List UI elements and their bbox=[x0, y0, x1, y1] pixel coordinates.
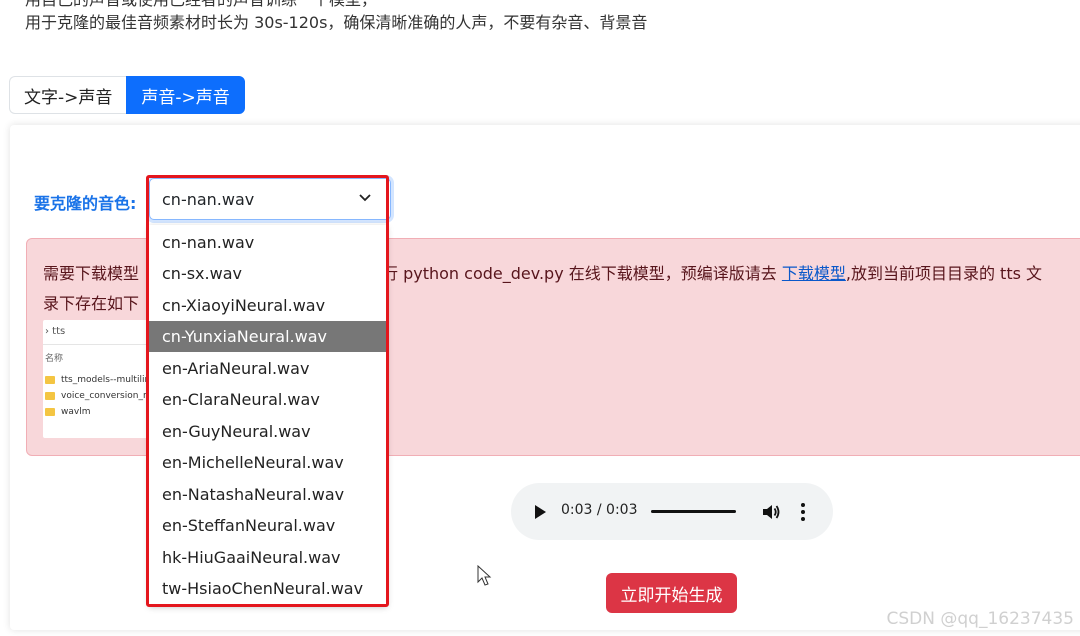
tab-voice-to-voice[interactable]: 声音->声音 bbox=[126, 76, 245, 114]
mouse-cursor-icon bbox=[477, 565, 492, 586]
voice-option[interactable]: en-AriaNeural.wav bbox=[149, 353, 387, 384]
alert-text-start: 需要下载模型 bbox=[43, 264, 140, 283]
folder-icon bbox=[45, 376, 55, 384]
folder-row: wavlm bbox=[45, 407, 90, 417]
voice-option[interactable]: cn-nan.wav bbox=[149, 227, 387, 258]
download-model-link[interactable]: 下载模型 bbox=[782, 264, 846, 283]
chevron-down-icon bbox=[359, 194, 371, 202]
volume-icon[interactable] bbox=[762, 503, 780, 521]
voice-option[interactable]: en-GuyNeural.wav bbox=[149, 416, 387, 447]
voice-option[interactable]: cn-sx.wav bbox=[149, 258, 387, 289]
audio-player[interactable]: 0:03 / 0:03 bbox=[511, 483, 833, 540]
audio-time: 0:03 / 0:03 bbox=[561, 502, 638, 518]
folder-icon bbox=[45, 392, 55, 400]
voice-option[interactable]: hk-HiuGaaiNeural.wav bbox=[149, 542, 387, 573]
folder-screenshot: › tts 名称 tts_models--multilin voice_conv… bbox=[43, 320, 163, 438]
voice-option[interactable]: en-MichelleNeural.wav bbox=[149, 447, 387, 478]
more-vertical-icon[interactable] bbox=[801, 502, 805, 522]
audio-progress-bar[interactable] bbox=[651, 510, 736, 513]
folder-header-divider bbox=[43, 344, 163, 345]
folder-row: voice_conversion_m bbox=[45, 391, 152, 401]
voice-option[interactable]: en-SteffanNeural.wav bbox=[149, 510, 387, 541]
alert-text-mid: 执行 python code_dev.py 在线下载模型，预编译版请去 bbox=[366, 264, 782, 283]
voice-option[interactable]: cn-XiaoyiNeural.wav bbox=[149, 290, 387, 321]
voice-select-value: cn-nan.wav bbox=[162, 190, 255, 209]
voice-option[interactable]: en-ClaraNeural.wav bbox=[149, 384, 387, 415]
start-generate-button[interactable]: 立即开始生成 bbox=[606, 573, 737, 613]
folder-column-name: 名称 bbox=[45, 354, 64, 364]
tab-text-to-speech[interactable]: 文字->声音 bbox=[9, 76, 127, 114]
voice-option[interactable]: tw-HsiaoChenNeural.wav bbox=[149, 573, 387, 604]
play-icon[interactable] bbox=[535, 505, 546, 519]
voice-options-list: cn-nan.wav cn-sx.wav cn-XiaoyiNeural.wav… bbox=[149, 225, 387, 605]
watermark: CSDN @qq_16237435 bbox=[886, 609, 1074, 629]
voice-select-label: 要克隆的音色: bbox=[34, 194, 137, 213]
mode-tabs: 文字->声音 声音->声音 bbox=[9, 76, 245, 114]
voice-select[interactable]: cn-nan.wav bbox=[149, 178, 391, 220]
folder-breadcrumb: › tts bbox=[45, 326, 66, 337]
voice-option[interactable]: en-NatashaNeural.wav bbox=[149, 479, 387, 510]
folder-icon bbox=[45, 408, 55, 416]
alert-text-end: ,放到当前项目目录的 tts 文 bbox=[845, 264, 1043, 283]
folder-row: tts_models--multilin bbox=[45, 375, 150, 385]
voice-option-highlighted[interactable]: cn-YunxiaNeural.wav bbox=[149, 321, 387, 352]
note-main-line: 用于克隆的最佳音频素材时长为 30s-120s，确保清晰准确的人声，不要有杂音、… bbox=[25, 13, 648, 32]
